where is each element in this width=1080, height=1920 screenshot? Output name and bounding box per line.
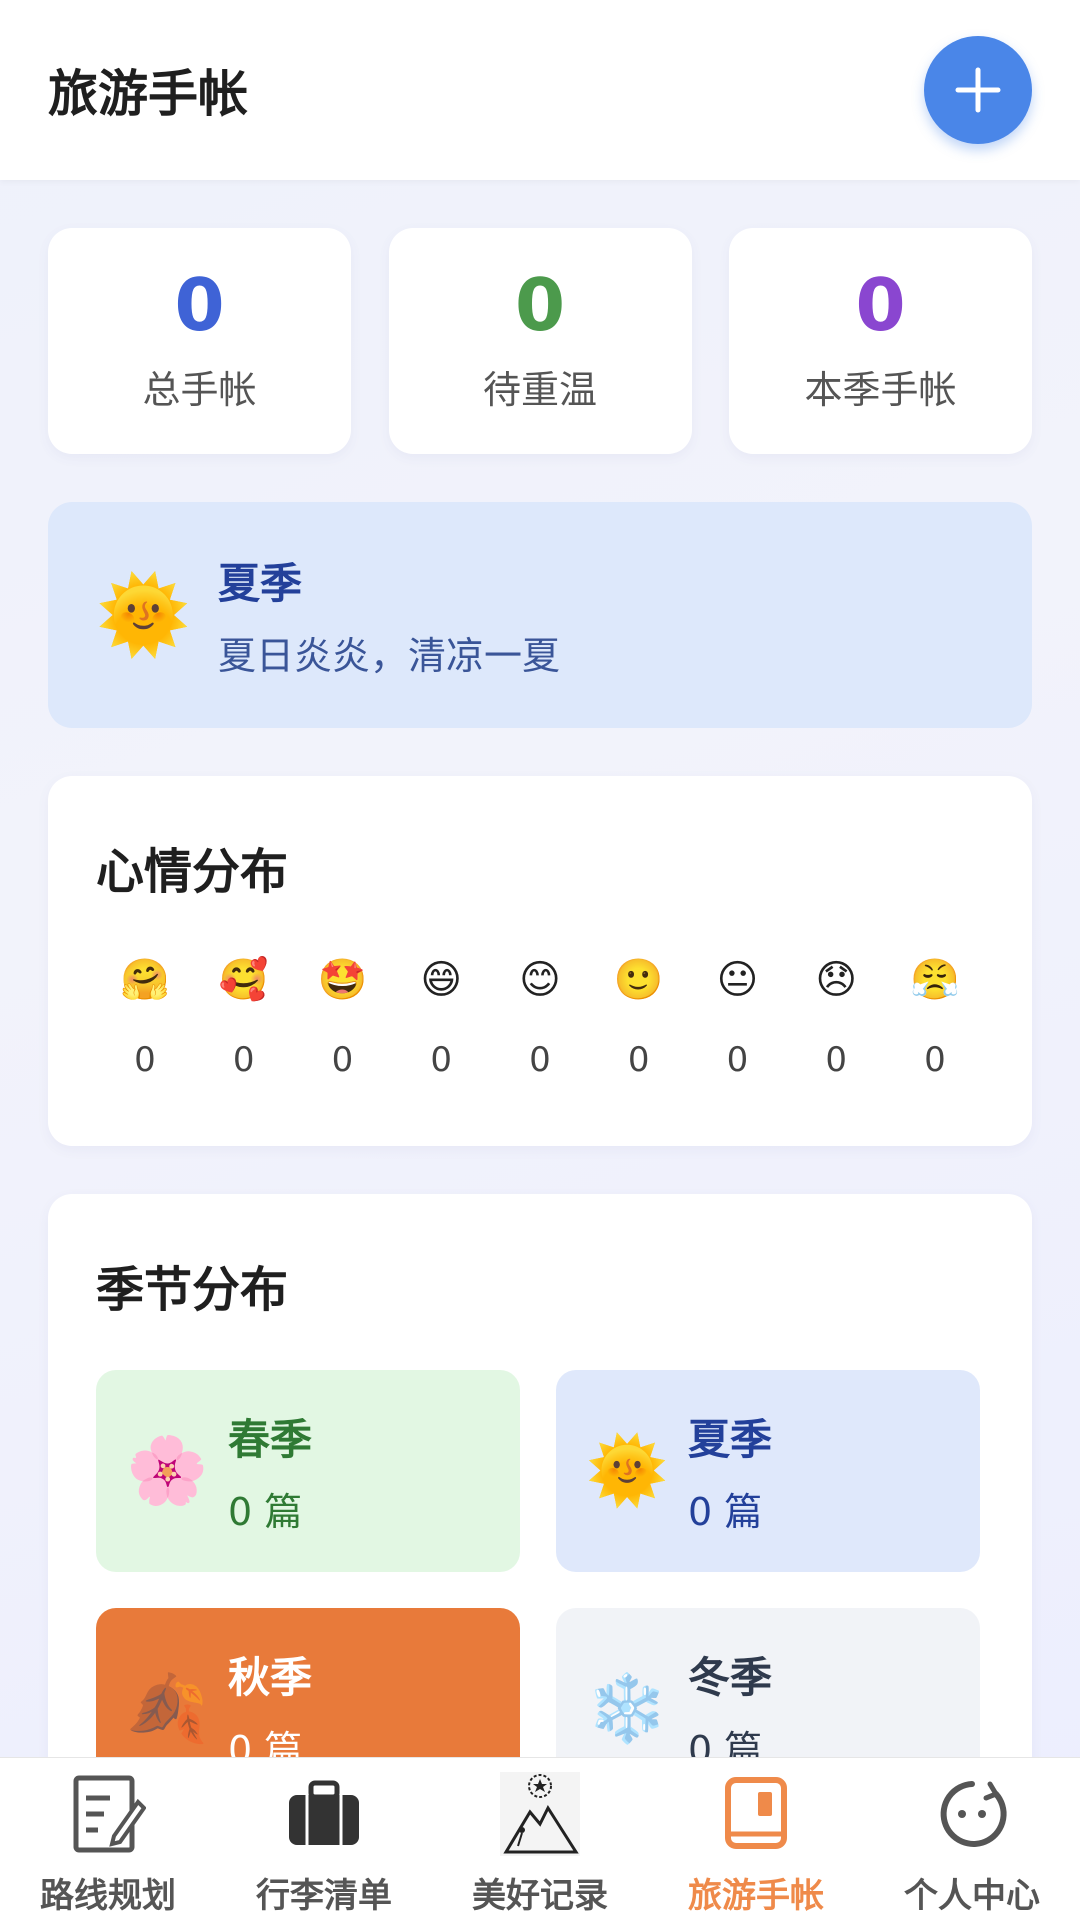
- stat-card-revisit[interactable]: 0 待重温: [388, 228, 692, 454]
- mood-count: 0: [924, 1040, 946, 1080]
- app-header: 旅游手帐: [0, 0, 1080, 180]
- mood-count: 0: [627, 1040, 650, 1080]
- neutral-face-icon: 😐: [716, 957, 759, 1003]
- mood-count: 0: [134, 1040, 156, 1080]
- stat-label: 本季手帐: [804, 367, 957, 412]
- steam-nose-face-icon: 😤: [910, 957, 960, 1003]
- tab-travel-journal[interactable]: 旅游手帐: [648, 1758, 864, 1920]
- grinning-face-icon: 😄: [420, 957, 463, 1003]
- tab-label: 旅游手帐: [688, 1876, 824, 1916]
- tile-count: 0 篇: [228, 1490, 303, 1534]
- smiling-hearts-icon: 🥰: [218, 957, 269, 1003]
- snowflake-icon: ❄️: [586, 1670, 669, 1747]
- tile-count: 0 篇: [688, 1490, 763, 1534]
- tab-label: 行李清单: [256, 1876, 392, 1916]
- stat-label: 待重温: [482, 367, 597, 412]
- stat-value: 0: [855, 262, 906, 347]
- stat-card-season[interactable]: 0 本季手帐: [729, 228, 1032, 454]
- season-tile-spring[interactable]: 🌸 春季 0 篇: [96, 1370, 520, 1572]
- notebook-icon: [714, 1772, 798, 1856]
- mood-count: 0: [331, 1040, 354, 1080]
- mood-count: 0: [232, 1040, 255, 1080]
- tile-name: 夏季: [688, 1415, 773, 1464]
- mood-count: 0: [430, 1040, 453, 1080]
- cherry-blossom-icon: 🌸: [126, 1432, 209, 1509]
- tab-luggage[interactable]: 行李清单: [216, 1758, 432, 1920]
- bottom-tab-bar: 路线规划 行李清单 美好记录 旅游手帐 个人中心: [0, 1757, 1080, 1920]
- banner-subtitle: 夏日炎炎，清凉一夏: [218, 634, 561, 678]
- season-distribution-card: 季节分布 🌸 春季 0 篇 🌞 夏季 0 篇 🍂 秋季 0 篇 ❄️ 冬季 0 …: [48, 1194, 1032, 1814]
- mood-item: 😊 0: [495, 960, 585, 1080]
- mood-item: 😞 0: [791, 960, 881, 1080]
- season-card-title: 季节分布: [96, 1262, 289, 1318]
- tab-label: 个人中心: [904, 1876, 1040, 1916]
- page-title: 旅游手帐: [48, 65, 248, 123]
- hugging-face-icon: 🤗: [120, 957, 170, 1003]
- sun-icon: 🌞: [96, 570, 191, 659]
- luggage-icon: [282, 1772, 366, 1856]
- mood-item: 😄 0: [396, 960, 486, 1080]
- tab-label: 美好记录: [472, 1876, 608, 1916]
- tab-route-plan[interactable]: 路线规划: [0, 1758, 216, 1920]
- mood-item: 😤 0: [890, 960, 980, 1080]
- sun-icon: 🌞: [586, 1432, 669, 1509]
- disappointed-face-icon: 😞: [815, 957, 858, 1003]
- stat-label: 总手帐: [142, 367, 257, 412]
- tile-name: 冬季: [688, 1653, 773, 1702]
- mood-card-title: 心情分布: [96, 844, 289, 900]
- mountain-star-icon: [498, 1772, 582, 1856]
- tab-profile[interactable]: 个人中心: [864, 1758, 1080, 1920]
- tab-good-records[interactable]: 美好记录: [432, 1758, 648, 1920]
- mood-distribution-card: 心情分布 🤗 0 🥰 0 🤩 0 😄 0 😊 0 🙂 0 😐 0 😞 0 😤 0: [48, 776, 1032, 1146]
- mood-item: 🥰 0: [199, 960, 289, 1080]
- smiling-face-icon: 😊: [519, 957, 561, 1003]
- mood-item: 🤩 0: [298, 960, 388, 1080]
- plus-icon: [955, 67, 1001, 113]
- mood-item: 🙂 0: [594, 960, 684, 1080]
- add-journal-button[interactable]: [924, 36, 1032, 144]
- mood-item: 😐 0: [693, 960, 783, 1080]
- season-tile-summer[interactable]: 🌞 夏季 0 篇: [556, 1370, 980, 1572]
- stat-value: 0: [514, 262, 566, 347]
- mood-item: 🤗 0: [100, 960, 190, 1080]
- banner-title: 夏季: [218, 559, 303, 608]
- main-content: 0 总手帐 0 待重温 0 本季手帐 🌞 夏季 夏日炎炎，清凉一夏 心情分布 🤗…: [48, 228, 1032, 1814]
- mood-count: 0: [726, 1040, 749, 1080]
- stat-value: 0: [174, 262, 225, 347]
- current-season-banner: 🌞 夏季 夏日炎炎，清凉一夏: [48, 502, 1032, 728]
- fallen-leaf-icon: 🍂: [126, 1670, 209, 1747]
- mood-count: 0: [825, 1040, 848, 1080]
- tab-label: 路线规划: [40, 1876, 176, 1916]
- tile-name: 秋季: [228, 1653, 313, 1702]
- stats-row: 0 总手帐 0 待重温 0 本季手帐: [48, 228, 1032, 454]
- star-struck-icon: 🤩: [317, 957, 368, 1003]
- season-grid: 🌸 春季 0 篇 🌞 夏季 0 篇 🍂 秋季 0 篇 ❄️ 冬季 0 篇: [96, 1370, 984, 1810]
- stat-card-total[interactable]: 0 总手帐: [48, 228, 351, 454]
- slight-smile-icon: 🙂: [613, 957, 664, 1003]
- mood-count: 0: [529, 1040, 551, 1080]
- route-plan-icon: [66, 1772, 150, 1856]
- tile-name: 春季: [228, 1415, 313, 1464]
- mood-row: 🤗 0 🥰 0 🤩 0 😄 0 😊 0 🙂 0 😐 0 😞 0 😤 0: [96, 960, 984, 1080]
- profile-face-icon: [930, 1772, 1014, 1856]
